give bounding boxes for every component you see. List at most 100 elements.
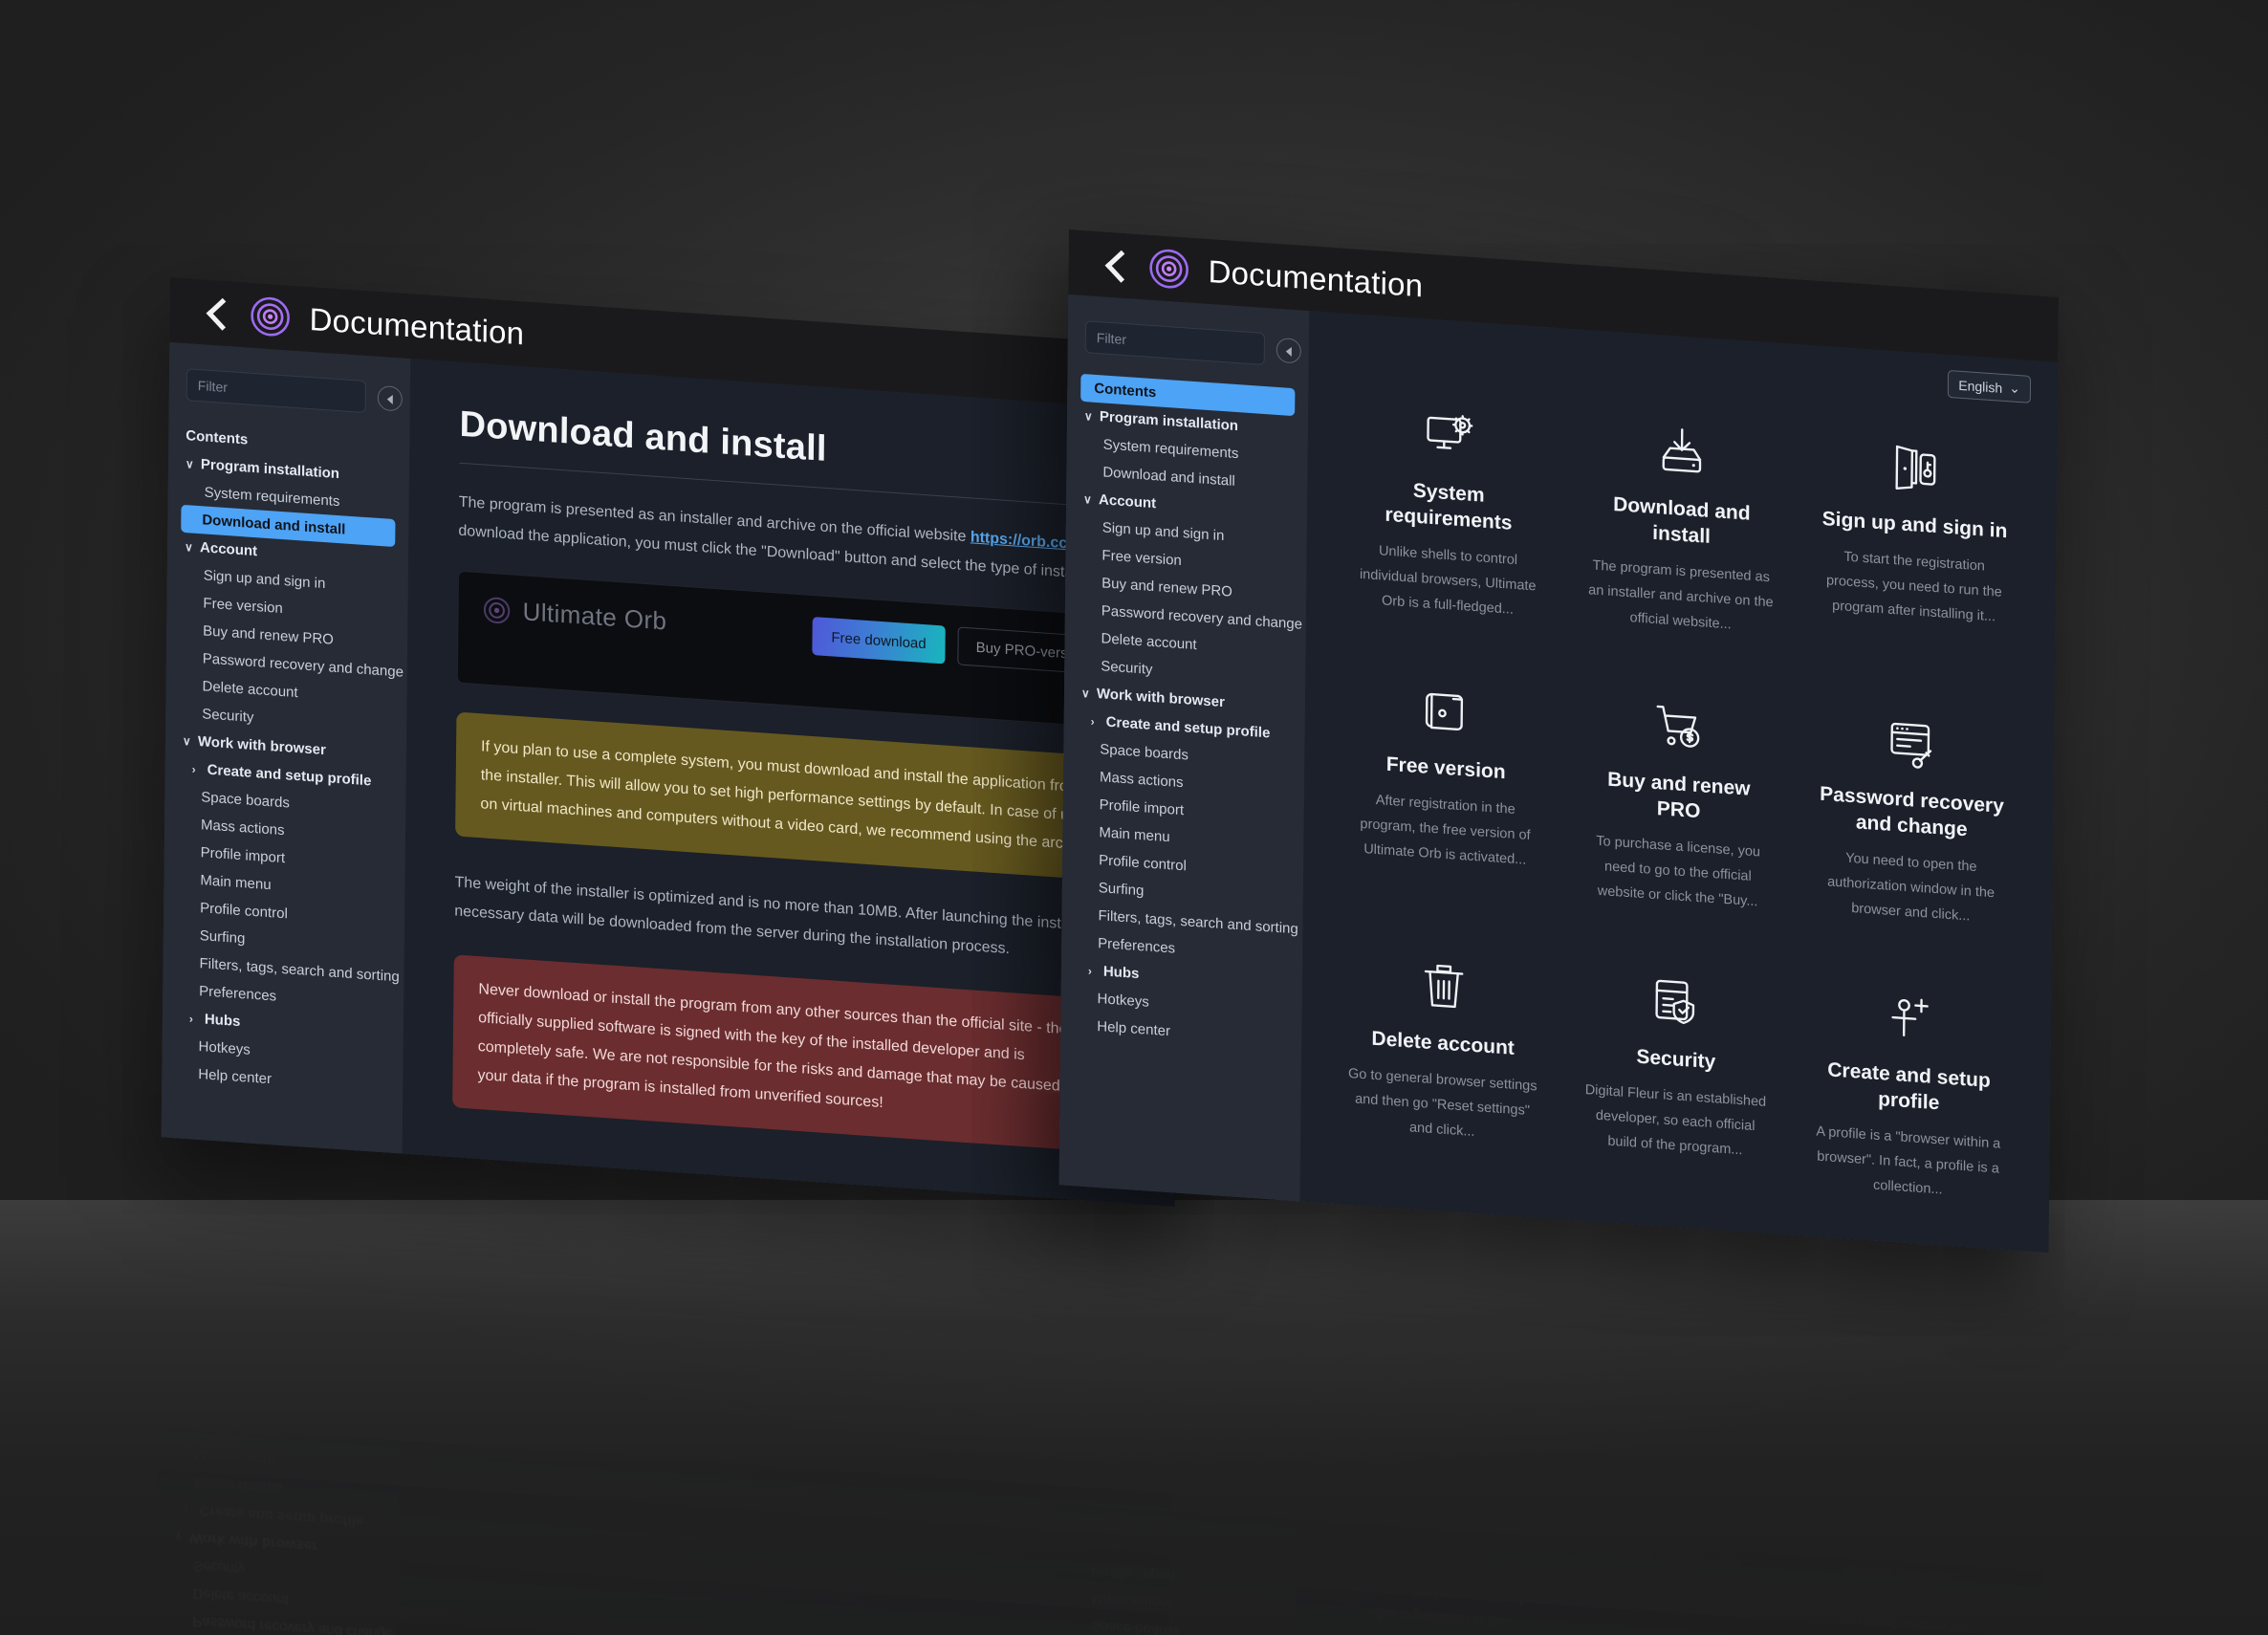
sidebar-item-surfing[interactable]: Surfing bbox=[1056, 1471, 1297, 1515]
filter-input[interactable] bbox=[185, 368, 367, 414]
chevron-right-icon[interactable]: › bbox=[184, 1502, 193, 1515]
sidebar-item-help-center[interactable]: Help center bbox=[161, 1188, 402, 1232]
chevron-down-icon[interactable]: ∨ bbox=[1083, 492, 1093, 507]
chevron-down-icon[interactable]: ∨ bbox=[174, 1530, 184, 1544]
collapse-left-icon[interactable] bbox=[377, 384, 403, 412]
sidebar-item-label: Create and setup profile bbox=[1105, 713, 1271, 742]
sidebar-item-label: Filters, tags, search and sorting bbox=[195, 1307, 396, 1339]
card-description: You need to open the authorization windo… bbox=[1820, 1561, 1988, 1635]
card-security[interactable]: Security Digital Fleur is an established … bbox=[1555, 1233, 1791, 1515]
trash-icon bbox=[1343, 1399, 1535, 1473]
sidebar-item-filters-tags-search-and-sorting[interactable]: Filters, tags, search and sorting bbox=[159, 1299, 400, 1343]
card-title: Security bbox=[1632, 1381, 1712, 1409]
back-chevron-icon[interactable] bbox=[1101, 250, 1129, 280]
sidebar-item-hotkeys[interactable]: Hotkeys bbox=[160, 1216, 401, 1260]
back-documentation-window[interactable]: Documentation Contents∨Program installat… bbox=[161, 277, 1185, 1207]
card-title: Security bbox=[1636, 1045, 1716, 1074]
sidebar-item-profile-import[interactable]: Profile import bbox=[158, 1410, 399, 1454]
sidebar-item-label: Help center bbox=[198, 1066, 273, 1088]
card-create-and-setup-profile[interactable]: Create and setup profile A profile is a "… bbox=[1788, 1250, 2024, 1531]
sidebar-item-help-center[interactable]: Help center bbox=[1058, 1332, 1298, 1376]
sidebar-item-preferences[interactable]: Preferences bbox=[160, 1272, 401, 1316]
card-title: Delete account bbox=[1367, 1362, 1512, 1395]
official-site-link[interactable]: https://orb.cc bbox=[970, 529, 1068, 552]
sidebar-item-preferences[interactable]: Preferences bbox=[1057, 1415, 1298, 1459]
sidebar-item-label: Profile import bbox=[1099, 796, 1185, 819]
card-download-and-install[interactable]: Download and install The program is prese… bbox=[1563, 389, 1799, 670]
sidebar-item-create-and-setup-profile[interactable]: › Create and setup profile bbox=[157, 1493, 398, 1537]
sidebar-item-label: Work with browser bbox=[189, 1529, 318, 1555]
card-buy-and-renew-pro[interactable]: Buy and renew PRO To purchase a license, … bbox=[1560, 664, 1797, 945]
sidebar-item-work-with-browser[interactable]: ∨ Work with browser bbox=[157, 1521, 398, 1565]
sidebar-item-space-boards[interactable]: Space boards bbox=[1055, 1609, 1296, 1635]
card-description: To purchase a license, you need to go to… bbox=[1587, 1544, 1753, 1621]
card-delete-account[interactable]: Delete account Go to general browser sett… bbox=[1325, 924, 1561, 1205]
sidebar-item-label: Buy and renew PRO bbox=[1101, 575, 1232, 600]
sidebar-item-main-menu[interactable]: Main menu bbox=[1055, 1526, 1296, 1570]
card-create-and-setup-profile[interactable]: Create and setup profile A profile is a "… bbox=[1791, 955, 2027, 1236]
chevron-down-icon[interactable]: ∨ bbox=[185, 540, 194, 555]
sidebar-item-label: Sign up and sign in bbox=[1101, 519, 1225, 545]
sidebar-item-mass-actions[interactable]: Mass actions bbox=[1055, 1581, 1296, 1625]
sidebar-item-profile-control[interactable]: Profile control bbox=[1056, 1498, 1297, 1542]
card-title: Create and setup profile bbox=[1823, 1371, 1988, 1428]
sidebar-item-mass-actions[interactable]: Mass actions bbox=[158, 1438, 399, 1482]
document-shield-check-icon bbox=[1581, 966, 1772, 1040]
language-value: English bbox=[1958, 377, 2003, 396]
card-system-requirements[interactable]: System requirements Unlike shells to cont… bbox=[1331, 373, 1567, 654]
sidebar-item-label: Surfing bbox=[195, 1335, 241, 1356]
sidebar-item-profile-control[interactable]: Profile control bbox=[159, 1355, 400, 1399]
chevron-down-icon[interactable]: ∨ bbox=[183, 733, 192, 748]
sidebar-item-profile-import[interactable]: Profile import bbox=[1055, 1554, 1296, 1598]
sidebar-item-label: Profile control bbox=[200, 900, 288, 923]
collapse-left-icon[interactable] bbox=[1276, 337, 1301, 364]
card-delete-account[interactable]: Delete account Go to general browser sett… bbox=[1321, 1217, 1558, 1498]
orb-logo-icon bbox=[483, 597, 511, 623]
sidebar-item-label: Work with browser bbox=[1096, 685, 1225, 711]
cards-grid-reflection: System requirementsUnlike shells to cont… bbox=[1291, 1216, 2048, 1635]
chevron-right-icon[interactable]: › bbox=[192, 762, 202, 775]
chevron-right-icon[interactable]: › bbox=[1088, 964, 1098, 977]
chevron-right-icon[interactable]: › bbox=[186, 1254, 196, 1267]
chevron-right-icon[interactable]: › bbox=[1091, 714, 1101, 728]
chevron-right-icon[interactable]: › bbox=[1083, 1397, 1093, 1410]
card-password-recovery-and-change[interactable]: Password recovery and changeYou need to … bbox=[1794, 680, 2030, 961]
app-title: Documentation bbox=[1208, 252, 1424, 304]
sidebar-item-filters-tags-search-and-sorting[interactable]: Filters, tags, search and sorting bbox=[1056, 1443, 1297, 1487]
chevron-down-icon[interactable]: ∨ bbox=[185, 457, 195, 471]
card-description: Go to general browser settings and then … bbox=[1345, 1282, 1535, 1357]
filter-input[interactable] bbox=[1084, 320, 1266, 366]
sidebar-item-main-menu[interactable]: Main menu bbox=[159, 1383, 400, 1427]
card-title: Buy and renew PRO bbox=[1574, 1624, 1765, 1635]
sidebar-item-hubs[interactable]: › Hubs bbox=[1057, 1387, 1298, 1431]
sidebar-item-password-recovery-and-change[interactable]: Password recovery and change bbox=[156, 1604, 397, 1635]
sidebar-item-hubs[interactable]: › Hubs bbox=[160, 1244, 401, 1288]
free-download-button[interactable]: Free download bbox=[812, 617, 946, 665]
sidebar-item-delete-account[interactable]: Delete account bbox=[156, 1577, 397, 1621]
sidebar-item-space-boards[interactable]: Space boards bbox=[158, 1466, 399, 1510]
card-sign-up-and-sign-in[interactable]: Sign up and sign in To start the registra… bbox=[1797, 404, 2033, 686]
card-password-recovery-and-change[interactable]: Password recovery and changeYou need to … bbox=[1785, 1524, 2021, 1635]
front-documentation-window[interactable]: Documentation Contents∨Program installat… bbox=[1058, 229, 2059, 1254]
sidebar-item-label: Mass actions bbox=[200, 817, 285, 839]
language-selector[interactable]: English ⌄ bbox=[1948, 369, 2032, 403]
card-security[interactable]: Security Digital Fleur is an established … bbox=[1558, 939, 1794, 1220]
card-free-version[interactable]: Free versionAfter registration in the pr… bbox=[1328, 648, 1564, 929]
sidebar-item-label: Mass actions bbox=[1090, 1589, 1175, 1612]
card-buy-and-renew-pro[interactable]: Buy and renew PRO To purchase a license, … bbox=[1552, 1509, 1788, 1635]
sidebar-item-security[interactable]: Security bbox=[157, 1549, 398, 1593]
sidebar-item-label: Contents bbox=[1094, 380, 1157, 402]
sidebar-item-label: Profile control bbox=[1099, 852, 1187, 875]
card-free-version[interactable]: Free versionAfter registration in the pr… bbox=[1319, 1493, 1555, 1635]
chevron-down-icon[interactable]: ∨ bbox=[1084, 409, 1094, 424]
chevron-down-icon[interactable]: ∨ bbox=[1081, 686, 1091, 700]
sidebar-item-label: Hubs bbox=[1099, 1396, 1135, 1415]
installer-weight-paragraph: The weight of the installer is optimized… bbox=[454, 874, 1120, 958]
sidebar-item-surfing[interactable]: Surfing bbox=[159, 1327, 400, 1371]
back-chevron-icon[interactable] bbox=[202, 297, 230, 328]
sidebar-item-hotkeys[interactable]: Hotkeys bbox=[1057, 1360, 1298, 1404]
card-description: A profile is a "browser within a browser… bbox=[1813, 1288, 1999, 1362]
floor-reflection-surface bbox=[0, 1200, 2268, 1635]
chevron-right-icon[interactable]: › bbox=[189, 1012, 199, 1025]
sidebar-item-label: Preferences bbox=[1092, 1423, 1170, 1446]
